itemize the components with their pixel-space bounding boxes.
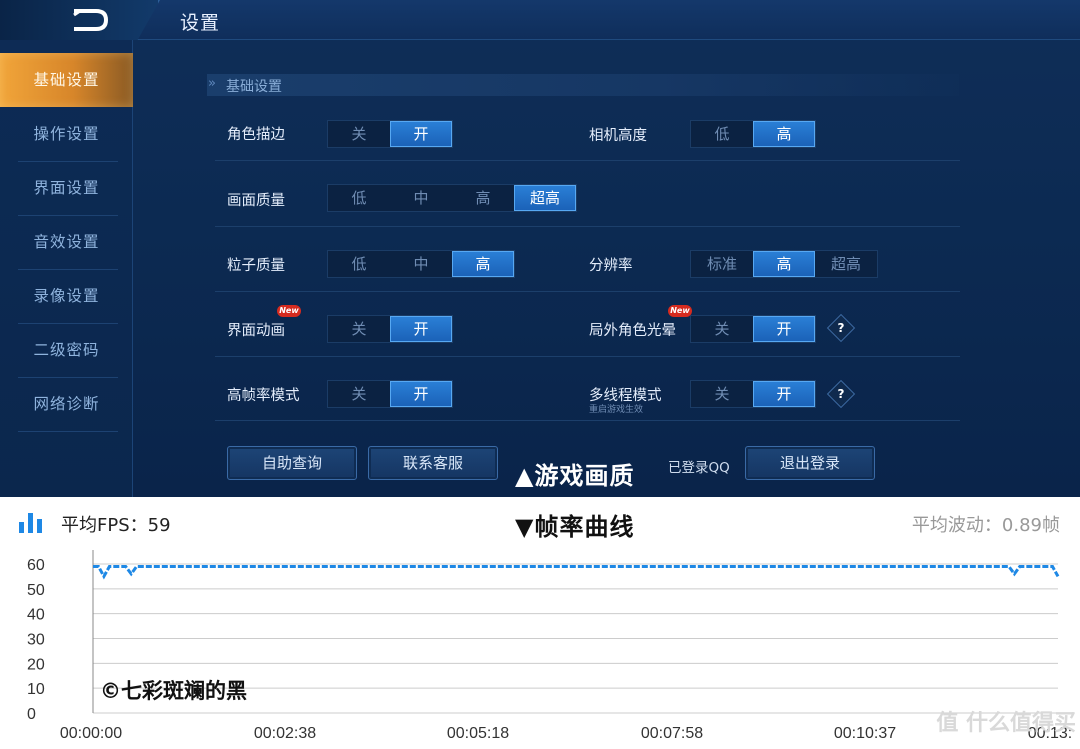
- resolution-toggle: 标准高超高: [690, 250, 878, 278]
- restart-note: 重启游戏生效: [589, 405, 644, 415]
- row-divider: [215, 291, 960, 292]
- sidebar-divider: [18, 431, 118, 432]
- y-tick-label: 0: [27, 706, 36, 723]
- multithread-option-1[interactable]: 关: [691, 381, 753, 407]
- ui-animation-option-1[interactable]: 关: [328, 316, 390, 342]
- settings-sidebar: 基础设置 操作设置 界面设置 音效设置 录像设置 二级密码 网络诊断: [0, 40, 133, 497]
- x-tick-label: 00:10:37: [834, 725, 896, 742]
- site-watermark: 值 什么值得买: [936, 711, 1076, 736]
- multithread-option-2[interactable]: 开: [753, 381, 815, 407]
- picture-quality-label: 画面质量: [227, 193, 285, 209]
- new-badge: New: [668, 305, 692, 317]
- camera-height-option-1[interactable]: 低: [691, 121, 753, 147]
- camera-height-label: 相机高度: [589, 128, 647, 144]
- login-status: 已登录QQ: [668, 460, 730, 476]
- high-fps-label: 高帧率模式: [227, 388, 300, 404]
- particle-quality-option-2[interactable]: 中: [390, 251, 452, 277]
- average-fps: 平均FPS：59: [61, 515, 171, 536]
- resolution-option-1[interactable]: 标准: [691, 251, 753, 277]
- help-icon[interactable]: ?: [826, 379, 856, 409]
- sidebar-item-4[interactable]: 音效设置: [0, 215, 133, 269]
- y-tick-label: 40: [27, 607, 45, 624]
- row-divider: [215, 356, 960, 357]
- particle-quality-option-1[interactable]: 低: [328, 251, 390, 277]
- bar-chart-icon: [19, 513, 42, 533]
- ui-animation-toggle: 关开: [327, 315, 453, 343]
- x-tick-label: 00:02:38: [254, 725, 316, 742]
- caption-game-quality: ▲游戏画质: [515, 462, 635, 490]
- resolution-option-3[interactable]: 超高: [815, 251, 877, 277]
- chevron-right-icon: »: [208, 76, 216, 91]
- caption-fps-curve: ▼帧率曲线: [515, 513, 635, 541]
- sidebar-item-2[interactable]: 操作设置: [0, 107, 133, 161]
- page-title: 设置: [180, 12, 221, 34]
- resolution-option-2[interactable]: 高: [753, 251, 815, 277]
- y-tick-label: 10: [27, 681, 45, 698]
- outside-halo-toggle: 关开: [690, 315, 816, 343]
- camera-height-option-2[interactable]: 高: [753, 121, 815, 147]
- ui-animation-label: 界面动画: [227, 323, 285, 339]
- particle-quality-label: 粒子质量: [227, 258, 285, 274]
- back-button[interactable]: [0, 0, 160, 40]
- row-divider: [215, 226, 960, 227]
- y-tick-label: 50: [27, 582, 45, 599]
- x-tick-label: 00:05:18: [447, 725, 509, 742]
- outline-option-2[interactable]: 开: [390, 121, 452, 147]
- y-tick-label: 20: [27, 656, 45, 673]
- ui-animation-option-2[interactable]: 开: [390, 316, 452, 342]
- sidebar-item-3[interactable]: 界面设置: [0, 161, 133, 215]
- row-divider: [215, 160, 960, 161]
- particle-quality-option-3[interactable]: 高: [452, 251, 514, 277]
- y-tick-label: 30: [27, 632, 45, 649]
- high-fps-toggle: 关开: [327, 380, 453, 408]
- y-tick-label: 60: [27, 557, 45, 574]
- self-help-button[interactable]: 自助查询: [227, 446, 357, 480]
- outside-halo-label: 局外角色光晕: [589, 323, 676, 339]
- picture-quality-option-1[interactable]: 低: [328, 185, 390, 211]
- outline-toggle: 关开: [327, 120, 453, 148]
- new-badge: New: [277, 305, 301, 317]
- sidebar-item-1[interactable]: 基础设置: [0, 53, 133, 107]
- camera-height-toggle: 低高: [690, 120, 816, 148]
- help-icon[interactable]: ?: [826, 313, 856, 343]
- sidebar-item-5[interactable]: 录像设置: [0, 269, 133, 323]
- top-bar: 设置: [0, 0, 1080, 40]
- row-divider: [215, 420, 960, 421]
- picture-quality-option-4[interactable]: 超高: [514, 185, 576, 211]
- fps-series-line: [93, 565, 1060, 580]
- fps-chart-panel: 60 50 40 30 20 10 0 00:00:00 00:02:38 00:05:18 00:…: [0, 497, 1080, 749]
- outline-label: 角色描边: [227, 127, 285, 143]
- sidebar-item-7[interactable]: 网络诊断: [0, 377, 133, 431]
- high-fps-option-2[interactable]: 开: [390, 381, 452, 407]
- picture-quality-toggle: 低中高超高: [327, 184, 577, 212]
- help-glyph: ?: [837, 321, 845, 335]
- outside-halo-option-1[interactable]: 关: [691, 316, 753, 342]
- particle-quality-toggle: 低中高: [327, 250, 515, 278]
- logout-button[interactable]: 退出登录: [745, 446, 875, 480]
- x-tick-label: 00:07:58: [641, 725, 703, 742]
- outside-halo-option-2[interactable]: 开: [753, 316, 815, 342]
- back-arrow-icon: [73, 9, 109, 31]
- x-tick-label: 00:00:00: [60, 725, 122, 742]
- contact-service-button[interactable]: 联系客服: [368, 446, 498, 480]
- game-settings-screen: 设置 基础设置 操作设置 界面设置 音效设置 录像设置 二级密码 网络诊断 » 基础设置 角…: [0, 0, 1080, 497]
- section-title: 基础设置: [226, 79, 282, 95]
- high-fps-option-1[interactable]: 关: [328, 381, 390, 407]
- resolution-label: 分辨率: [589, 258, 633, 274]
- author-watermark: ©七彩斑斓的黑: [100, 679, 247, 703]
- multithread-toggle: 关开: [690, 380, 816, 408]
- outline-option-1[interactable]: 关: [328, 121, 390, 147]
- average-fluctuation: 平均波动：0.89帧: [911, 515, 1060, 536]
- picture-quality-option-3[interactable]: 高: [452, 185, 514, 211]
- section-header: [207, 74, 959, 96]
- help-glyph: ?: [837, 387, 845, 401]
- picture-quality-option-2[interactable]: 中: [390, 185, 452, 211]
- sidebar-item-6[interactable]: 二级密码: [0, 323, 133, 377]
